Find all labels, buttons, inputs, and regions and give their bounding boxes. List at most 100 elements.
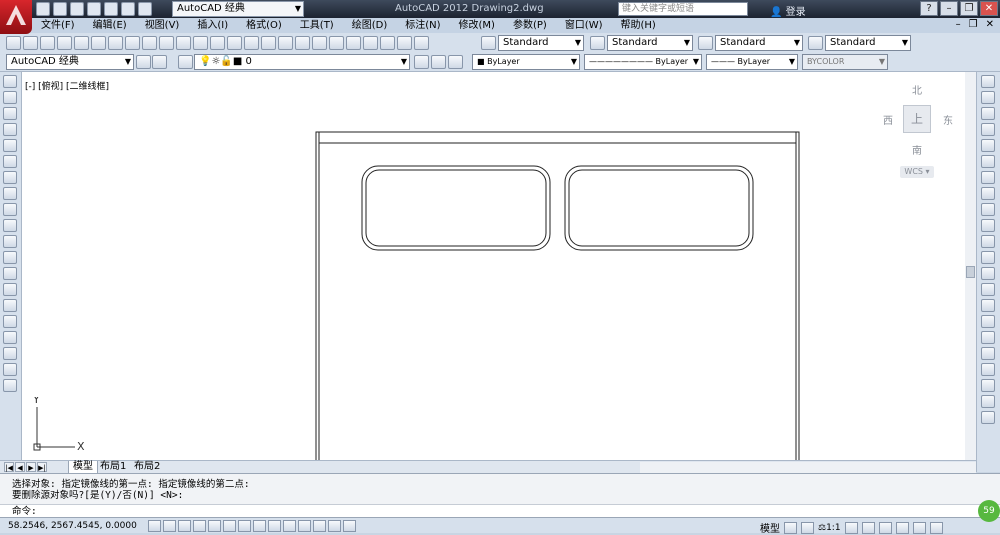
bring-to-front-icon[interactable] [981,379,995,392]
make-block-icon[interactable] [3,267,17,280]
redo-icon[interactable] [138,2,152,16]
match-properties-icon[interactable] [176,36,191,50]
annotation-scale[interactable]: ⚖1:1 [818,523,841,533]
workspace-save-icon[interactable] [152,55,167,69]
copy-icon[interactable] [142,36,157,50]
plot-icon[interactable] [57,36,72,50]
doc-minimize-button[interactable]: – [956,19,961,30]
search-input[interactable]: 键入关键字或短语 [618,2,748,16]
wcs-menu[interactable]: WCS ▾ [900,166,934,178]
tab-next-icon[interactable]: ▶ [26,462,36,472]
dynamic-input-icon[interactable] [283,520,296,532]
redo-icon[interactable] [227,36,242,50]
compass-east[interactable]: 东 [943,112,953,127]
menu-view[interactable]: 视图(V) [136,18,189,33]
table-style-icon[interactable] [698,36,713,50]
compass-west[interactable]: 西 [883,112,893,127]
array-icon[interactable] [981,139,995,152]
send-to-back-icon[interactable] [981,395,995,408]
table-icon[interactable] [3,347,17,360]
region-icon[interactable] [3,331,17,344]
selection-cycling-icon[interactable] [343,520,356,532]
menu-draw[interactable]: 绘图(D) [343,18,397,33]
erase-icon[interactable] [981,75,995,88]
insert-block-icon[interactable] [3,251,17,264]
ellipse-arc-icon[interactable] [3,235,17,248]
save-icon[interactable] [40,36,55,50]
tab-first-icon[interactable]: |◀ [4,462,14,472]
text-style-icon[interactable] [481,36,496,50]
new-icon[interactable] [36,2,50,16]
compass-south[interactable]: 南 [912,142,922,157]
isolate-objects-icon[interactable] [912,521,926,534]
undo-icon[interactable] [121,2,135,16]
drawing-area[interactable]: [-] [俯视] [二维线框] 北 西 上 东 南 WCS ▾ Y X [22,72,976,460]
menu-edit[interactable]: 编辑(E) [84,18,136,33]
sheet-set-icon[interactable] [363,36,378,50]
extend-icon[interactable] [981,235,995,248]
minimize-button[interactable]: – [940,1,958,16]
hatch-icon[interactable] [3,299,17,312]
zoom-window-icon[interactable] [278,36,293,50]
viewcube[interactable]: 北 西 上 东 南 WCS ▾ [882,80,972,180]
scale-icon[interactable] [981,187,995,200]
vertical-scrollbar[interactable] [965,72,976,460]
circle-icon[interactable] [3,171,17,184]
tab-layout2[interactable]: 布局2 [130,461,164,473]
3d-object-snap-icon[interactable] [238,520,251,532]
open-icon[interactable] [23,36,38,50]
tab-last-icon[interactable]: ▶| [37,462,47,472]
tool-palettes-icon[interactable] [346,36,361,50]
login-link[interactable]: 👤 登录 [770,3,806,18]
spline-icon[interactable] [3,203,17,216]
horizontal-scrollbar[interactable] [640,462,976,473]
menu-parametric[interactable]: 参数(P) [504,18,556,33]
coordinate-readout[interactable]: 58.2546, 2567.4545, 0.0000 [8,521,137,531]
quick-view-drawings-icon[interactable] [801,521,814,534]
notification-badge[interactable]: 59 [978,500,1000,522]
menu-format[interactable]: 格式(O) [237,18,291,33]
workspace-settings-icon[interactable] [136,55,151,69]
object-snap-icon[interactable] [223,520,236,532]
paste-icon[interactable] [159,36,174,50]
calculator-icon[interactable] [397,36,412,50]
snap-mode-icon[interactable] [163,520,176,532]
viewcube-top-face[interactable]: 上 [903,105,931,133]
layer-properties-icon[interactable] [178,55,193,69]
tab-prev-icon[interactable]: ◀ [15,462,25,472]
move-icon[interactable] [981,155,995,168]
workspace-switching-icon[interactable] [878,521,892,534]
undo-icon[interactable] [210,36,225,50]
menu-dimension[interactable]: 标注(N) [396,18,449,33]
markup-icon[interactable] [380,36,395,50]
properties-icon[interactable] [312,36,327,50]
dynamic-ucs-icon[interactable] [268,520,281,532]
layer-state-manager-icon[interactable] [448,55,463,69]
point-icon[interactable] [3,283,17,296]
command-input[interactable]: 命令: [0,504,1000,518]
workspace-selector[interactable]: AutoCAD 经典 ▼ [172,1,304,17]
polygon-icon[interactable] [3,123,17,136]
dim-style-combo[interactable]: Standard ▼ [607,35,693,51]
plotstyle-combo[interactable]: BYCOLOR ▼ [802,54,888,70]
revision-cloud-icon[interactable] [3,187,17,200]
join-icon[interactable] [981,283,995,296]
workspace-combo[interactable]: AutoCAD 经典 ▼ [6,54,134,70]
cut-icon[interactable] [125,36,140,50]
construction-line-icon[interactable] [3,91,17,104]
color-combo[interactable]: ■ ByLayer ▼ [472,54,580,70]
restore-button[interactable]: ❐ [960,1,978,16]
publish-icon[interactable] [91,36,106,50]
tab-layout1[interactable]: 布局1 [96,461,130,473]
polar-tracking-icon[interactable] [208,520,221,532]
fillet-icon[interactable] [981,315,995,328]
plot-preview-icon[interactable] [74,36,89,50]
object-snap-tracking-icon[interactable] [253,520,266,532]
print-icon[interactable] [104,2,118,16]
auto-scale-icon[interactable] [861,521,875,534]
break-at-point-icon[interactable] [981,251,995,264]
hardware-acceleration-icon[interactable] [929,521,943,534]
block-editor-icon[interactable] [193,36,208,50]
text-style-combo[interactable]: Standard ▼ [498,35,584,51]
bring-above-icon[interactable] [981,411,995,424]
